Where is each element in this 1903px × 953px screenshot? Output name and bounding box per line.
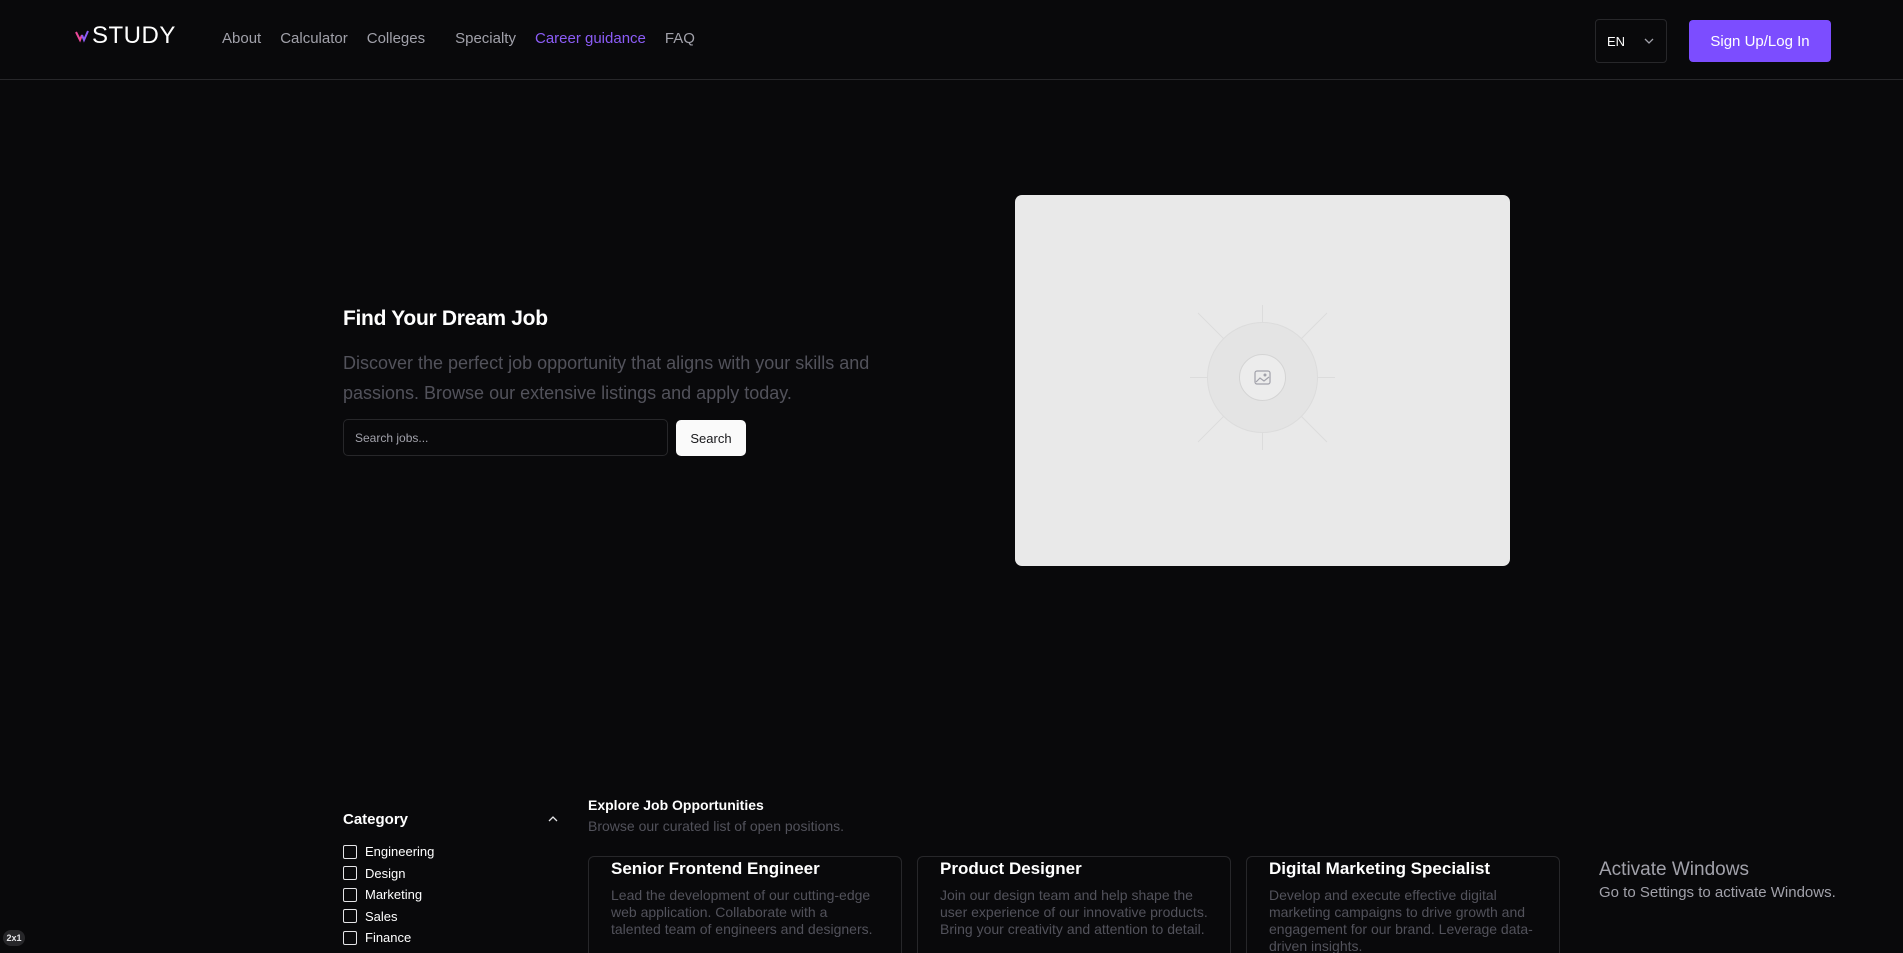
activation-title: Activate Windows: [1599, 859, 1749, 880]
job-search-input[interactable]: [343, 419, 668, 456]
hero-image-placeholder: [1015, 195, 1510, 566]
nav-calculator[interactable]: Calculator: [280, 30, 348, 47]
language-select[interactable]: EN: [1595, 19, 1667, 63]
main-nav: About Calculator Colleges Specialty Care…: [222, 30, 714, 47]
job-description: Develop and execute effective digital ma…: [1269, 887, 1533, 953]
category-label: Marketing: [365, 887, 423, 903]
job-description: Join our design team and help shape the …: [940, 887, 1208, 937]
checkbox[interactable]: [343, 844, 357, 859]
chevron-down-icon: [1644, 38, 1654, 44]
corner-badge[interactable]: 2x1: [3, 930, 25, 946]
nav-about[interactable]: About: [222, 30, 261, 47]
category-label: Engineering: [365, 844, 435, 860]
logo-text: STUDY: [92, 22, 176, 49]
nav-specialty[interactable]: Specialty: [455, 30, 516, 47]
job-card[interactable]: Senior Frontend Engineer Lead the develo…: [588, 856, 902, 953]
jobs-section-subtitle: Browse our curated list of open position…: [588, 818, 845, 834]
category-label: Finance: [365, 930, 412, 946]
logo-mark-icon: [75, 30, 89, 43]
category-item-design[interactable]: Design: [343, 863, 434, 885]
site-header: STUDY About Calculator Colleges Specialt…: [0, 0, 1903, 80]
nav-faq[interactable]: FAQ: [665, 30, 695, 47]
language-value: EN: [1607, 33, 1626, 49]
category-item-engineering[interactable]: Engineering: [343, 841, 434, 863]
category-item-finance[interactable]: Finance: [343, 927, 434, 949]
checkbox[interactable]: [343, 887, 357, 902]
checkbox[interactable]: [343, 930, 357, 945]
job-card[interactable]: Product Designer Join our design team an…: [917, 856, 1231, 953]
category-label: Sales: [365, 908, 398, 924]
checkbox[interactable]: [343, 866, 357, 881]
hero-title: Find Your Dream Job: [343, 307, 548, 330]
job-title: Senior Frontend Engineer: [611, 859, 820, 878]
search-button[interactable]: Search: [676, 420, 746, 456]
logo[interactable]: STUDY: [74, 22, 176, 50]
activation-subtitle: Go to Settings to activate Windows.: [1599, 884, 1836, 901]
job-card[interactable]: Digital Marketing Specialist Develop and…: [1246, 856, 1560, 953]
job-description: Lead the development of our cutting-edge…: [611, 887, 873, 937]
chevron-up-icon[interactable]: [547, 813, 559, 825]
category-item-sales[interactable]: Sales: [343, 906, 434, 928]
category-list: Engineering Design Marketing Sales Finan…: [343, 841, 434, 949]
image-placeholder-icon: [1190, 305, 1335, 450]
nav-career-guidance[interactable]: Career guidance: [535, 30, 646, 47]
job-title: Digital Marketing Specialist: [1269, 859, 1491, 878]
windows-activation-notice: Activate Windows Go to Settings to activ…: [1599, 859, 1836, 901]
signup-login-button[interactable]: Sign Up/Log In: [1689, 20, 1831, 62]
category-label: Design: [365, 865, 406, 881]
jobs-section-title: Explore Job Opportunities: [588, 797, 764, 813]
hero-description: Discover the perfect job opportunity tha…: [343, 353, 870, 403]
checkbox[interactable]: [343, 909, 357, 924]
nav-colleges[interactable]: Colleges: [367, 30, 425, 47]
category-item-marketing[interactable]: Marketing: [343, 884, 434, 906]
filter-title: Category: [343, 811, 409, 828]
job-title: Product Designer: [940, 859, 1082, 878]
